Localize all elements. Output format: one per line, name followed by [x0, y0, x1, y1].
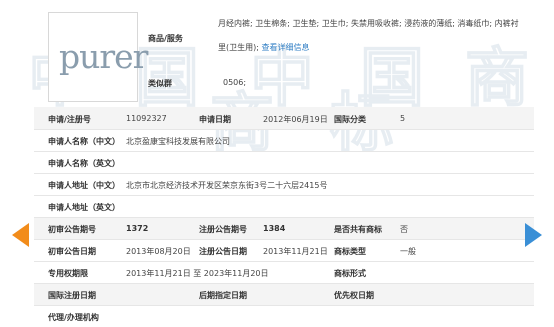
- address-en-label: 申请人地址（英文）: [48, 203, 120, 212]
- watermark-char: 国: [360, 42, 424, 116]
- exclusive-value: 2013年11月21日 至 2023年11月20日: [126, 269, 269, 278]
- reg-pub-no-label: 注册公告期号: [199, 225, 247, 234]
- row-divider: [34, 151, 534, 152]
- watermark-char: 商: [465, 42, 529, 116]
- row-divider: [34, 239, 534, 240]
- intl-class-value: 5: [400, 114, 406, 123]
- mark-type-value: 一般: [400, 247, 416, 256]
- intl-reg-date-label: 国际注册日期: [48, 291, 96, 300]
- row-shade: [34, 283, 534, 305]
- row-divider: [34, 129, 534, 130]
- address-cn-value: 北京市北京经济技术开发区荣京东街3号二十六层2415号: [126, 181, 328, 190]
- watermark-char: 中: [250, 42, 314, 116]
- shared-value: 否: [400, 225, 408, 234]
- trademark-logo-text: purer: [59, 37, 148, 76]
- goods-services-line1: 月经内裤; 卫生棉条; 卫生垫; 卫生巾; 失禁用吸收裤; 浸药液的薄纸; 消毒…: [218, 19, 519, 28]
- reg-pub-no-value: 1384: [263, 224, 286, 233]
- view-details-link[interactable]: 查看详细信息: [261, 43, 309, 52]
- row-divider: [34, 217, 534, 218]
- reg-no-value: 11092327: [126, 114, 167, 123]
- prelim-date-value: 2013年08月20日: [126, 247, 191, 256]
- trademark-image[interactable]: purer: [48, 12, 148, 102]
- prev-arrow-icon[interactable]: [12, 223, 29, 247]
- later-date-label: 后期指定日期: [199, 291, 247, 300]
- mark-type-label: 商标类型: [334, 247, 366, 256]
- mark-form-label: 商标形式: [334, 269, 366, 278]
- apply-date-value: 2012年06月19日: [263, 115, 328, 124]
- exclusive-label: 专用权期限: [48, 269, 88, 278]
- prelim-no-value: 1372: [126, 224, 149, 233]
- agent-label: 代理/办理机构: [48, 313, 99, 322]
- applicant-cn-value: 北京盈康宝科技发展有限公司: [126, 137, 230, 146]
- apply-date-label: 申请日期: [199, 115, 231, 124]
- intl-class-label: 国际分类: [334, 115, 366, 124]
- applicant-cn-label: 申请人名称（中文）: [48, 137, 120, 146]
- priority-label: 优先权日期: [334, 291, 374, 300]
- goods-services-label: 商品/服务: [148, 34, 183, 43]
- applicant-en-label: 申请人名称（英文）: [48, 159, 120, 168]
- similar-group-value: 0506;: [223, 78, 247, 87]
- goods-services-line2: 里(卫生用); 查看详细信息: [218, 43, 310, 52]
- address-cn-label: 申请人地址（中文）: [48, 181, 120, 190]
- reg-pub-date-value: 2013年11月21日: [263, 247, 328, 256]
- row-divider: [34, 261, 534, 262]
- prelim-date-label: 初审公告日期: [48, 247, 96, 256]
- row-divider: [34, 305, 534, 306]
- shared-label: 是否共有商标: [334, 225, 382, 234]
- row-divider: [34, 173, 534, 174]
- reg-no-label: 申请/注册号: [48, 115, 91, 124]
- row-divider: [34, 195, 534, 196]
- next-arrow-icon[interactable]: [525, 223, 542, 247]
- prelim-no-label: 初审公告期号: [48, 225, 96, 234]
- row-divider: [34, 283, 534, 284]
- reg-pub-date-label: 注册公告日期: [199, 247, 247, 256]
- similar-group-label: 类似群: [148, 79, 172, 88]
